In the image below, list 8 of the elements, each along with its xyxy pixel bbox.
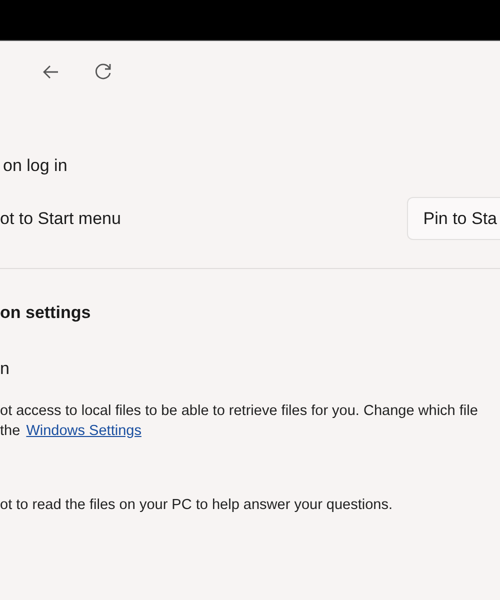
setting-label: on log in	[2, 156, 68, 176]
settings-link[interactable]: Windows Settings	[24, 423, 142, 439]
pin-button[interactable]: Pin to Sta	[407, 197, 500, 240]
section-title: on settings	[0, 303, 92, 323]
setting-label: ot to Start menu	[0, 208, 121, 228]
setting-description: ot access to local files to be able to retrieve files for you. Change which file the Windows Settings	[0, 402, 479, 441]
setting-description: ot to read the files on your PC to help answer your questions.	[0, 496, 394, 515]
setting-label: n	[0, 359, 10, 379]
